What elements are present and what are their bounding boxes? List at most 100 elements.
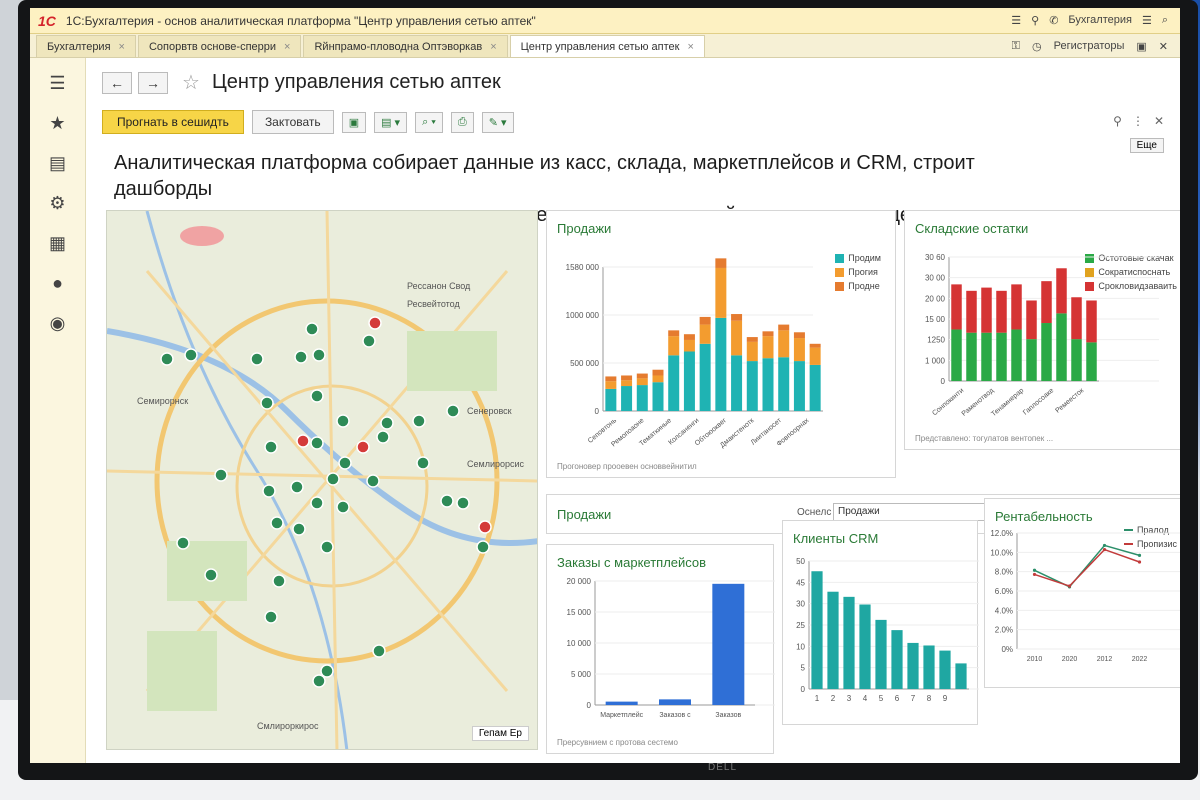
sales-chart: 1580 0001000 000500 0000СеповтоньРемопоа…: [566, 258, 823, 449]
tabbar-item[interactable]: Регистраторы: [1054, 40, 1125, 53]
crm-panel: Клиенты CRM 50 45 30 25 10 5 0 1 2 3 4 5 6 7 8 9: [782, 520, 979, 725]
profit-tick-label: 2.0%: [995, 626, 1013, 635]
orders-panel: Заказы с маркетплейсов 20 000 15 000 10 00…: [546, 544, 775, 754]
map-label: Смлироркирос: [257, 721, 319, 731]
bar-Прогия: [636, 378, 648, 386]
attach-icon[interactable]: ✎ ▾: [481, 111, 514, 133]
search-doc-icon[interactable]: ⌕ ▾: [415, 111, 443, 133]
profit-point: [1032, 568, 1037, 572]
forward-button[interactable]: →: [138, 71, 168, 94]
close-icon[interactable]: ×: [119, 41, 125, 53]
profit-point: [1102, 543, 1107, 548]
stock-svg-tick-label: 1250: [927, 336, 945, 345]
titlebar-item[interactable]: ✆: [1049, 14, 1058, 27]
x-tick-label: 2020: [1062, 656, 1078, 663]
titlebar-item[interactable]: ⚲: [1031, 14, 1039, 27]
profit-tick-label: 4.0%: [995, 606, 1013, 615]
tabbar-item[interactable]: ⚿: [1012, 40, 1020, 53]
map-legend[interactable]: Гепам Ер: [471, 726, 529, 741]
grid-icon[interactable]: ▣: [341, 111, 367, 133]
bar-Продим: [731, 355, 743, 411]
reports-icon[interactable]: ▤: [49, 154, 66, 172]
crm-tick-label: 25: [796, 621, 805, 630]
close-icon[interactable]: ×: [687, 41, 693, 53]
tabbar-item[interactable]: ✕: [1159, 40, 1168, 53]
orders-bar: [712, 583, 745, 705]
monitor-frame: 1С 1С:Бухгалтерия - основ аналитическая …: [18, 0, 1198, 780]
map-label: Рессанон Свод: [407, 281, 471, 291]
bar-Продне: [605, 376, 617, 382]
docs-icon[interactable]: ▦: [49, 234, 66, 252]
bar-Остотовые-скачак: [996, 332, 1007, 381]
x-tick-label: Заказов: [715, 712, 741, 719]
crm-bar: [907, 642, 919, 689]
x-tick-label: 6: [895, 694, 900, 703]
crm-bar: [875, 619, 887, 689]
bar-Продне: [683, 334, 695, 340]
crm-bar: [923, 645, 935, 689]
bar-Продне: [778, 324, 790, 331]
settings-icon[interactable]: ⚙: [49, 194, 65, 212]
close-icon[interactable]: ✕: [1154, 114, 1164, 128]
toolbar-right: ⚲ ⋮ ✕: [1113, 114, 1164, 128]
back-button[interactable]: ←: [102, 71, 132, 94]
favorites-icon[interactable]: ★: [49, 114, 65, 132]
x-tick-label: 2022: [1132, 656, 1148, 663]
sales-svg-tick-label: 500 000: [570, 359, 599, 368]
bar-Продим: [605, 388, 617, 411]
filter-select[interactable]: Продажи: [833, 503, 1003, 521]
tab-accounting[interactable]: Бухгалтерия ×: [36, 35, 136, 57]
bar-Срокловидзаваить: [1041, 281, 1052, 324]
tabbar-item[interactable]: ▣: [1136, 40, 1146, 53]
tab-3[interactable]: Rйнпрамо-пловодна Оптэворкав ×: [303, 35, 508, 57]
tabbar-item[interactable]: ◷: [1032, 40, 1042, 53]
map-canvas[interactable]: [107, 211, 538, 750]
stock-svg-tick-label: 20 00: [925, 294, 946, 303]
crm-bar: [955, 663, 967, 689]
tab-2[interactable]: Сопорвтв основе-сперри ×: [137, 35, 302, 57]
bar-Прогия: [668, 336, 680, 356]
x-tick-label: 7: [911, 694, 916, 703]
tab-bar: Бухгалтерия × Сопорвтв основе-сперри × Rйн…: [30, 34, 1180, 58]
link-icon[interactable]: ⚲: [1113, 114, 1122, 128]
bar-Остотовые-скачак: [1071, 339, 1082, 381]
info-icon[interactable]: ◉: [50, 314, 66, 332]
tab-label: Сопорвтв основе-сперри: [148, 40, 277, 53]
print-icon[interactable]: ⎙: [450, 111, 474, 133]
titlebar-user[interactable]: Бухгалтерия: [1068, 14, 1132, 27]
favorite-star-icon[interactable]: ☆: [182, 70, 200, 95]
bar-Срокловидзаваить: [1026, 300, 1037, 340]
more-vert-icon[interactable]: ⋮: [1132, 114, 1144, 128]
secondary-button[interactable]: Зактовать: [251, 110, 334, 134]
user-icon[interactable]: ●: [52, 274, 63, 292]
sales-svg-tick-label: 1000 000: [566, 311, 600, 320]
bar-Прогия: [699, 324, 711, 344]
report-icon[interactable]: ▤ ▾: [374, 111, 408, 133]
bar-Продне: [746, 337, 758, 342]
profit-tick-label: 0%: [1001, 645, 1013, 654]
titlebar-item[interactable]: ⌕: [1162, 14, 1168, 27]
x-tick-label: 8: [927, 694, 932, 703]
pharmacy-map[interactable]: Рессанон Свод Ресвейтотод Семирорнск Сен…: [106, 210, 538, 750]
close-icon[interactable]: ×: [490, 41, 496, 53]
crm-tick-label: 10: [796, 642, 805, 651]
titlebar-item[interactable]: ☰: [1011, 14, 1021, 27]
close-icon[interactable]: ×: [284, 41, 290, 53]
tab-pharmacy-center[interactable]: Центр управления сетью аптек ×: [509, 35, 705, 57]
profit-line-1: [1034, 548, 1140, 587]
profit-tick-label: 8.0%: [995, 568, 1013, 577]
menu-icon[interactable]: ☰: [49, 74, 65, 92]
bar-Срокловидзаваить: [1071, 297, 1082, 340]
bar-Прогия: [809, 347, 821, 365]
x-tick-label: Гаплосоаке: [1022, 387, 1055, 417]
primary-button[interactable]: Прогнать в сешидть: [102, 110, 244, 134]
titlebar-item[interactable]: ☰: [1142, 14, 1152, 27]
bar-Прогия: [762, 336, 774, 359]
more-button[interactable]: Еще: [1129, 138, 1164, 153]
bar-Срокловидзаваить: [981, 287, 992, 333]
bar-Продим: [683, 351, 695, 411]
stock-svg-tick-label: 15 00: [925, 315, 946, 324]
window-title: 1С:Бухгалтерия - основ аналитическая пла…: [65, 13, 536, 28]
crm-tick-label: 0: [801, 685, 806, 694]
x-tick-label: 5: [879, 694, 884, 703]
